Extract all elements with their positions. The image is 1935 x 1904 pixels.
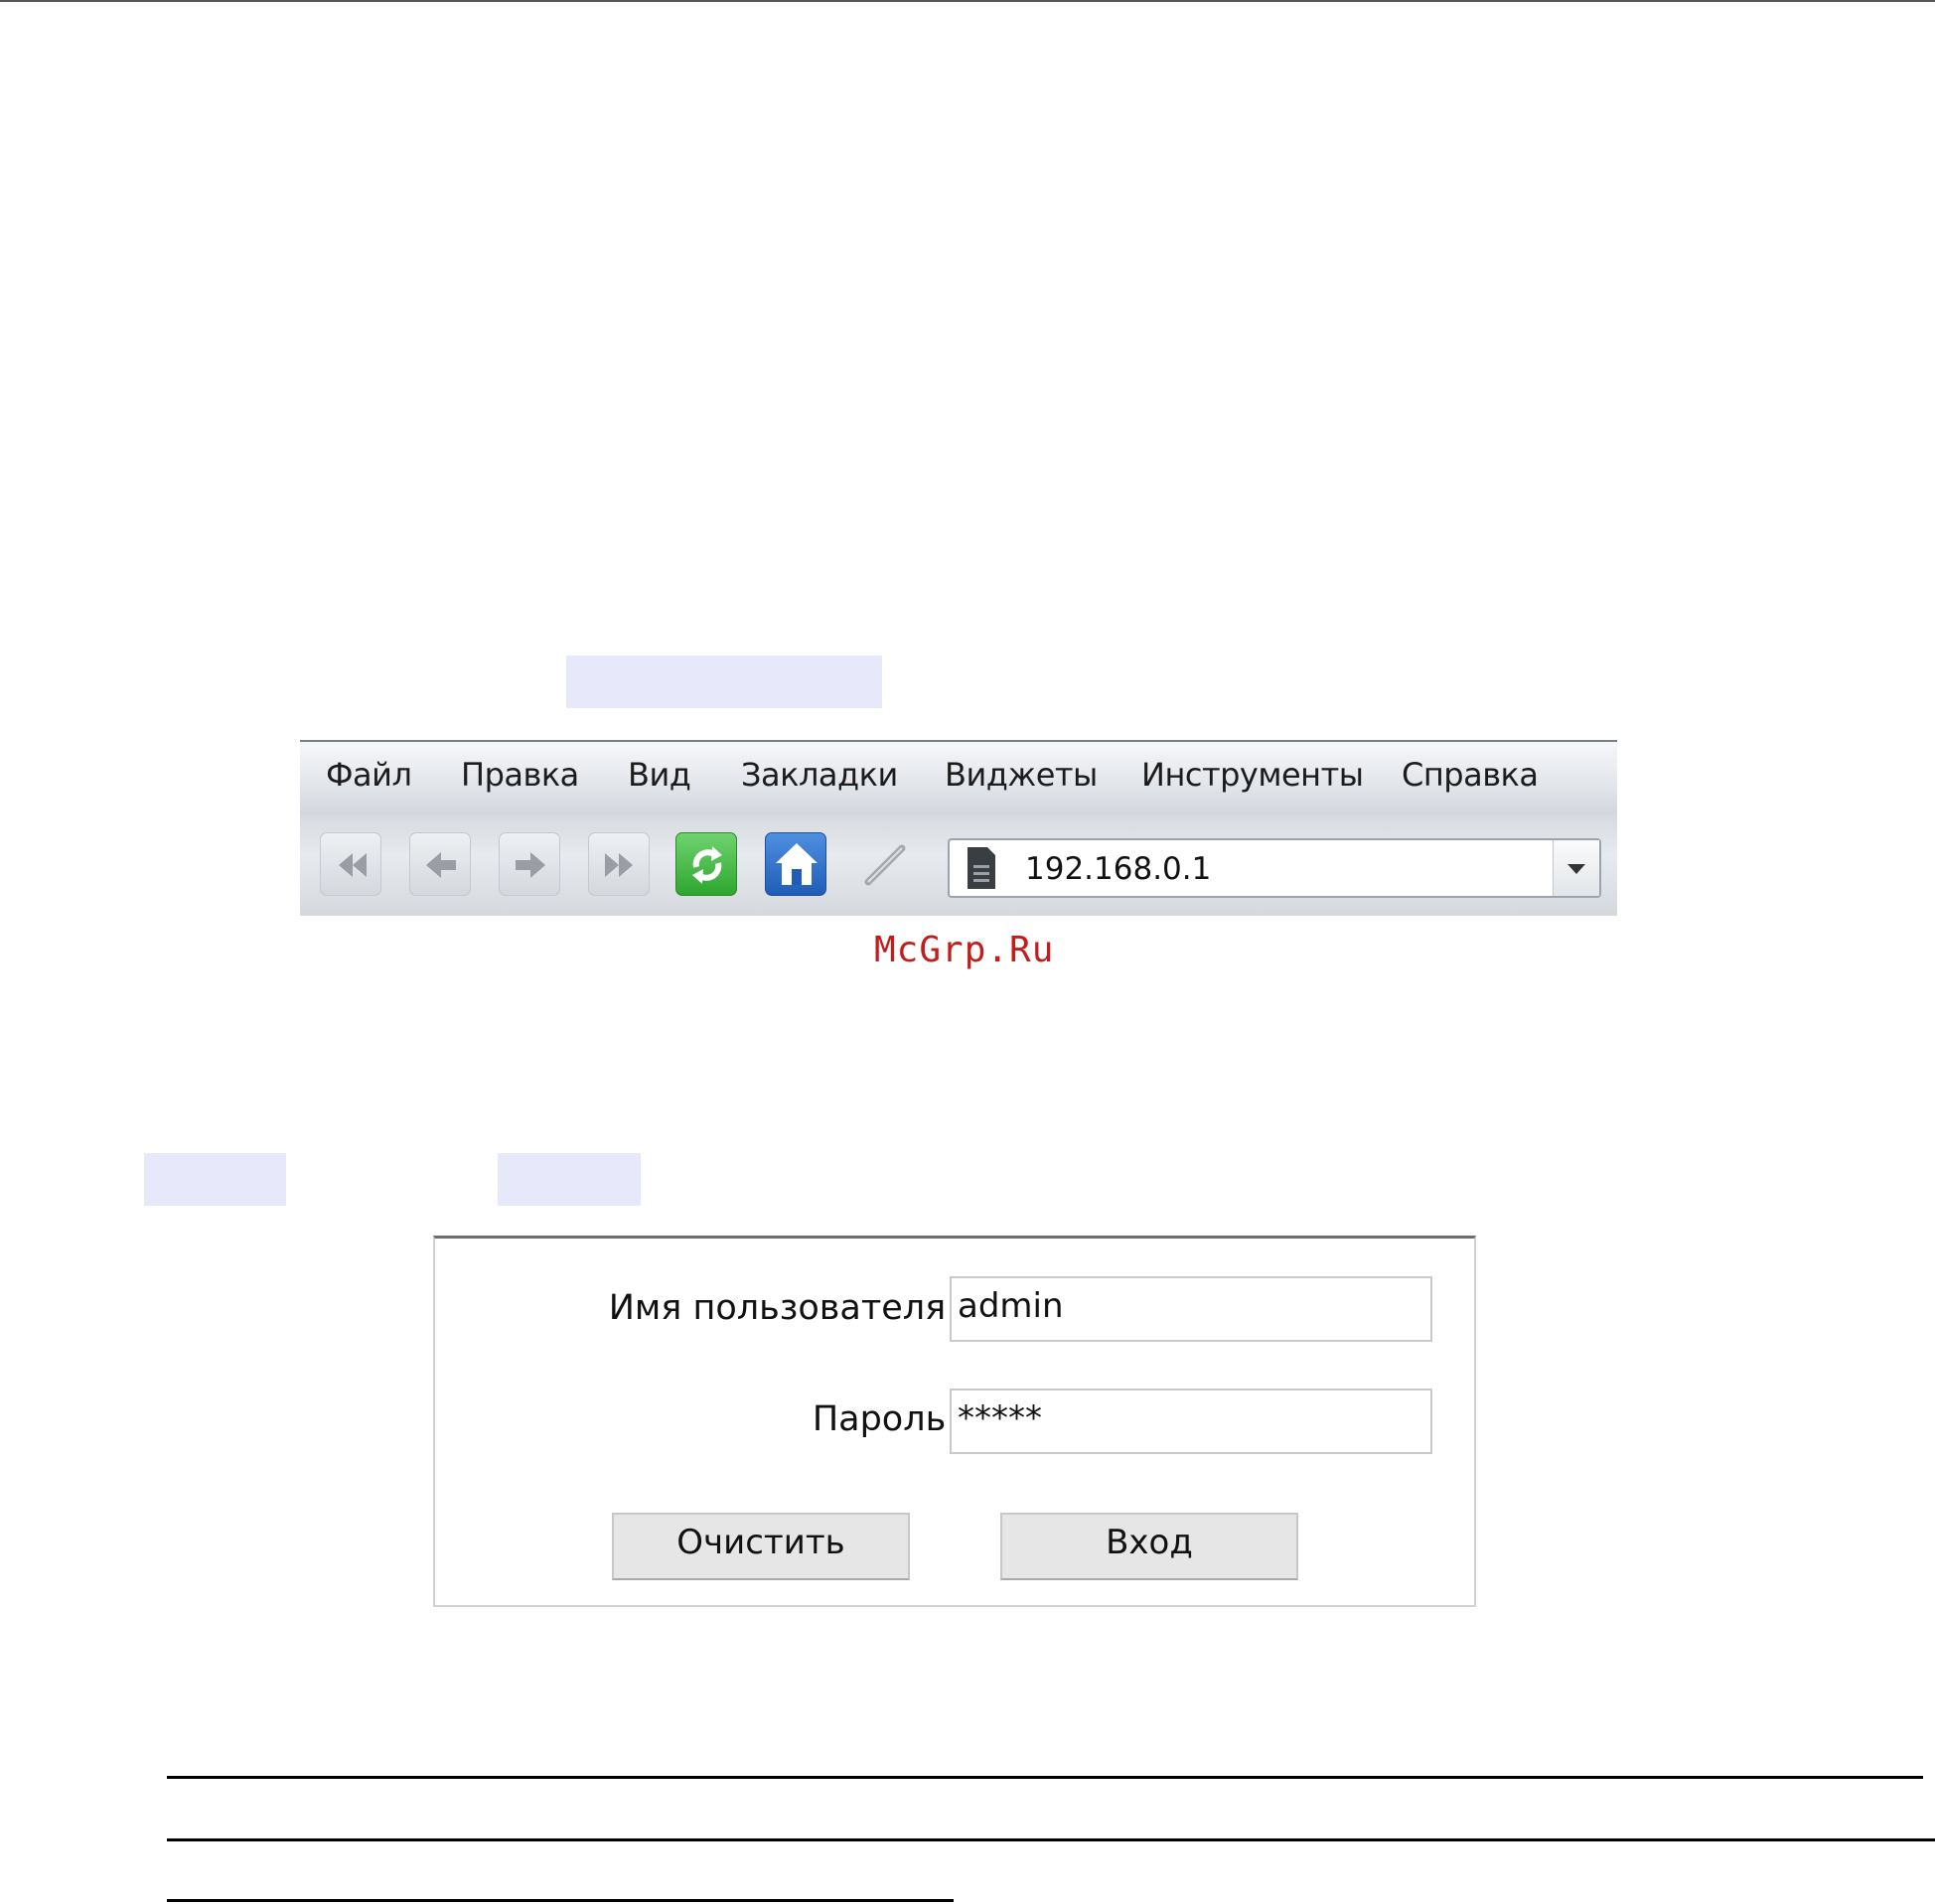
password-input[interactable]: ***** (950, 1389, 1432, 1454)
address-text: 192.168.0.1 (1025, 851, 1212, 887)
highlight-block (498, 1153, 641, 1206)
rewind-button[interactable] (320, 832, 381, 896)
login-button[interactable]: Вход (1000, 1513, 1298, 1580)
menu-bookmarks[interactable]: Закладки (741, 756, 898, 794)
home-button[interactable] (765, 832, 826, 896)
clear-button[interactable]: Очистить (612, 1513, 910, 1580)
edit-icon (864, 844, 906, 886)
menu-help[interactable]: Справка (1402, 756, 1539, 794)
watermark: McGrp.Ru (874, 930, 1055, 970)
page-icon (968, 847, 995, 889)
navigation-bar: 192.168.0.1 (300, 814, 1617, 916)
underline-rule (167, 1838, 1935, 1841)
back-arrow-icon (426, 852, 456, 878)
login-form: Имя пользователя: admin Пароль: ***** Оч… (433, 1236, 1476, 1607)
edit-button[interactable] (854, 832, 916, 896)
username-input[interactable]: admin (950, 1276, 1432, 1342)
menu-file[interactable]: Файл (326, 756, 412, 794)
password-label: Пароль: (812, 1399, 958, 1439)
menu-bar: Файл Правка Вид Закладки Виджеты Инструм… (300, 742, 1617, 814)
menu-tools[interactable]: Инструменты (1141, 756, 1364, 794)
address-dropdown-button[interactable] (1553, 840, 1599, 896)
fast-forward-button[interactable] (588, 832, 650, 896)
rewind-icon (339, 853, 367, 877)
reload-button[interactable] (675, 832, 737, 896)
home-icon (776, 843, 818, 885)
address-bar[interactable]: 192.168.0.1 (948, 838, 1601, 898)
highlight-block (144, 1153, 286, 1206)
top-rule (0, 0, 1935, 2)
dropdown-arrow-icon (1567, 864, 1585, 874)
menu-widgets[interactable]: Виджеты (945, 756, 1098, 794)
reload-icon (692, 846, 722, 884)
back-button[interactable] (409, 832, 471, 896)
fast-forward-icon (605, 853, 633, 877)
browser-toolbar: Файл Правка Вид Закладки Виджеты Инструм… (300, 740, 1617, 916)
username-label: Имя пользователя: (608, 1288, 958, 1328)
underline-rule (167, 1899, 954, 1902)
underline-rule (167, 1776, 1923, 1779)
highlight-block (566, 656, 882, 708)
menu-edit[interactable]: Правка (461, 756, 579, 794)
forward-arrow-icon (516, 852, 545, 878)
menu-view[interactable]: Вид (628, 756, 691, 794)
forward-button[interactable] (499, 832, 560, 896)
